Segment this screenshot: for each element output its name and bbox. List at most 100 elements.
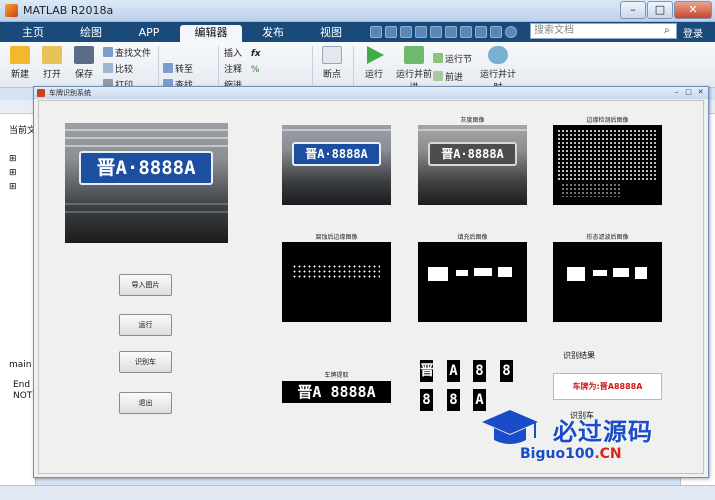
grille-line (65, 211, 228, 213)
run-section-button[interactable]: 运行节 (433, 52, 472, 65)
close-button[interactable]: ✕ (674, 1, 712, 19)
license-plate: 晋A·8888A (292, 142, 381, 166)
grille-line (65, 203, 228, 205)
current-folder-label: 当前文 (9, 126, 37, 136)
status-bar (0, 485, 715, 500)
edge-pixels (557, 129, 657, 181)
morph-image-axes (553, 242, 662, 322)
login-link[interactable]: 登录 (683, 25, 703, 40)
goto-button[interactable]: 转至 (163, 62, 193, 75)
tree-expander-icon[interactable]: ⊞ (9, 182, 17, 192)
help-quick-icon[interactable] (475, 26, 487, 38)
watermark-url: Biguo100.CN (520, 446, 622, 462)
breakpoint-label: 断点 (322, 70, 341, 80)
figure-titlebar: 车牌识别系统 – □ ✕ (34, 87, 708, 99)
erode-axes-title: 腐蚀后边缘图像 (315, 234, 358, 241)
open-button[interactable]: 打开 (36, 46, 68, 80)
advance-label: 前进 (445, 73, 464, 83)
figure-maximize-button[interactable]: □ (684, 88, 693, 97)
app-title: MATLAB R2018a (23, 4, 114, 17)
exit-button[interactable]: 退出 (119, 392, 172, 414)
result-label: 识别结果 (563, 351, 595, 360)
edge-image-axes (553, 125, 662, 205)
ribbon-separator (218, 46, 219, 86)
compare-button[interactable]: 比较 (103, 62, 133, 75)
new-label: 新建 (10, 70, 29, 80)
figure-title: 车牌识别系统 (49, 89, 91, 97)
cut-quick-icon[interactable] (385, 26, 397, 38)
tab-editor[interactable]: 编辑器 (180, 25, 242, 42)
segmented-char: 8 (500, 360, 513, 382)
erode-image-axes (282, 242, 391, 322)
insert-button[interactable]: 插入 fx (224, 46, 261, 59)
edge-pixels (561, 183, 621, 197)
fx-icon[interactable]: fx (251, 49, 261, 59)
filled-region (498, 267, 512, 277)
paste-quick-icon[interactable] (415, 26, 427, 38)
segmented-char: 8 (447, 389, 460, 411)
tree-expander-icon[interactable]: ⊞ (9, 154, 17, 164)
ribbon-separator (312, 46, 313, 86)
gray-axes-title: 灰度图像 (460, 117, 485, 124)
tab-plots[interactable]: 绘图 (64, 25, 118, 42)
graduation-cap-icon (482, 410, 538, 444)
tab-apps[interactable]: APP (122, 25, 176, 42)
advance-button[interactable]: 前进 (433, 70, 463, 83)
help-circle-icon[interactable] (505, 26, 517, 38)
comment-button[interactable]: 注释 % (224, 62, 259, 75)
settings-quick-icon[interactable] (490, 26, 502, 38)
plate-color-axes: 晋A·8888A (282, 125, 391, 205)
run-icon (367, 46, 384, 64)
run-section-icon (433, 53, 443, 63)
doc-search-input[interactable]: 搜索文档 (530, 23, 677, 39)
copy-quick-icon[interactable] (400, 26, 412, 38)
maximize-button[interactable]: □ (647, 1, 673, 19)
undo-quick-icon[interactable] (430, 26, 442, 38)
fill-axes-title: 填充后图像 (457, 234, 488, 241)
minimize-button[interactable]: – (620, 1, 646, 19)
save-quick-icon[interactable] (370, 26, 382, 38)
run-label: 运行 (364, 70, 383, 80)
find-files-button[interactable]: 查找文件 (103, 46, 151, 59)
save-button[interactable]: 保存 (68, 46, 100, 80)
grille-line (65, 145, 228, 147)
percent-icon[interactable]: % (251, 65, 260, 75)
tab-publish[interactable]: 发布 (246, 25, 300, 42)
breakpoint-icon (322, 46, 342, 64)
redo-quick-icon[interactable] (445, 26, 457, 38)
recognize-button[interactable]: 识别车 (119, 351, 172, 373)
run-button[interactable]: 运行 (358, 46, 390, 80)
switch-window-quick-icon[interactable] (460, 26, 472, 38)
filled-region (428, 267, 448, 281)
save-icon (74, 46, 94, 64)
breakpoint-button[interactable]: 断点 (318, 46, 346, 80)
tab-home[interactable]: 主页 (6, 25, 60, 42)
figure-icon (37, 89, 45, 97)
license-plate: 晋A·8888A (79, 151, 213, 185)
filled-region (613, 268, 629, 277)
figure-close-button[interactable]: ✕ (696, 88, 705, 97)
tree-expander-icon[interactable]: ⊞ (9, 168, 17, 178)
extracted-plate: 晋A 8888A (282, 381, 391, 403)
watermark-url-suffix: .CN (594, 446, 622, 462)
original-image-axes: 晋A·8888A (65, 123, 228, 243)
filled-region (635, 267, 647, 279)
filled-region (567, 267, 585, 281)
grille-line (282, 129, 391, 131)
command-line: End (13, 380, 31, 390)
import-image-button[interactable]: 导入图片 (119, 274, 172, 296)
figure-minimize-button[interactable]: – (672, 88, 681, 97)
insert-label: 插入 (224, 49, 243, 59)
find-files-icon (103, 47, 113, 57)
gray-image-axes: 晋A·8888A (418, 125, 527, 205)
segmented-char: 晋 (420, 360, 434, 382)
run-button[interactable]: 运行 (119, 314, 172, 336)
advance-icon (433, 71, 443, 81)
segmented-char: 8 (473, 360, 486, 382)
new-button[interactable]: 新建 (4, 46, 36, 80)
open-label: 打开 (42, 70, 61, 80)
comment-label: 注释 (224, 65, 243, 75)
tab-view[interactable]: 视图 (304, 25, 358, 42)
filled-region (456, 270, 468, 276)
fill-image-axes (418, 242, 527, 322)
